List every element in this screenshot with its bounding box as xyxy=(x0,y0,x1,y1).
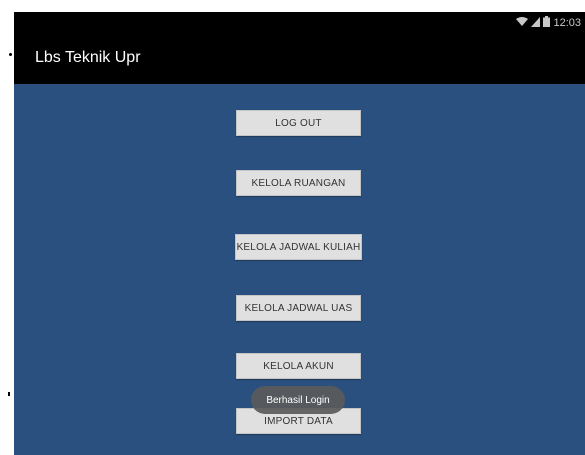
edge-tick xyxy=(8,392,10,396)
status-bar: 12:03 xyxy=(14,12,585,36)
main-content: LOG OUT KELOLA RUANGAN KELOLA JADWAL KUL… xyxy=(14,84,585,455)
signal-icon xyxy=(531,16,541,30)
status-icons: 12:03 xyxy=(516,16,581,30)
logout-button[interactable]: LOG OUT xyxy=(236,110,361,136)
wifi-icon xyxy=(516,16,529,30)
kelola-ruangan-button[interactable]: KELOLA RUANGAN xyxy=(236,170,361,196)
toast-message: Berhasil Login xyxy=(251,386,345,414)
edge-dot xyxy=(9,53,12,56)
kelola-jadwal-uas-button[interactable]: KELOLA JADWAL UAS xyxy=(236,295,361,321)
action-bar: Lbs Teknik Upr xyxy=(14,36,585,84)
kelola-jadwal-kuliah-button[interactable]: KELOLA JADWAL KULIAH xyxy=(235,234,362,260)
app-title: Lbs Teknik Upr xyxy=(35,49,141,66)
kelola-akun-button[interactable]: KELOLA AKUN xyxy=(236,353,361,379)
battery-icon xyxy=(543,16,551,30)
device-screen: 12:03 Lbs Teknik Upr LOG OUT KELOLA RUAN… xyxy=(14,12,585,455)
status-time: 12:03 xyxy=(553,17,581,29)
